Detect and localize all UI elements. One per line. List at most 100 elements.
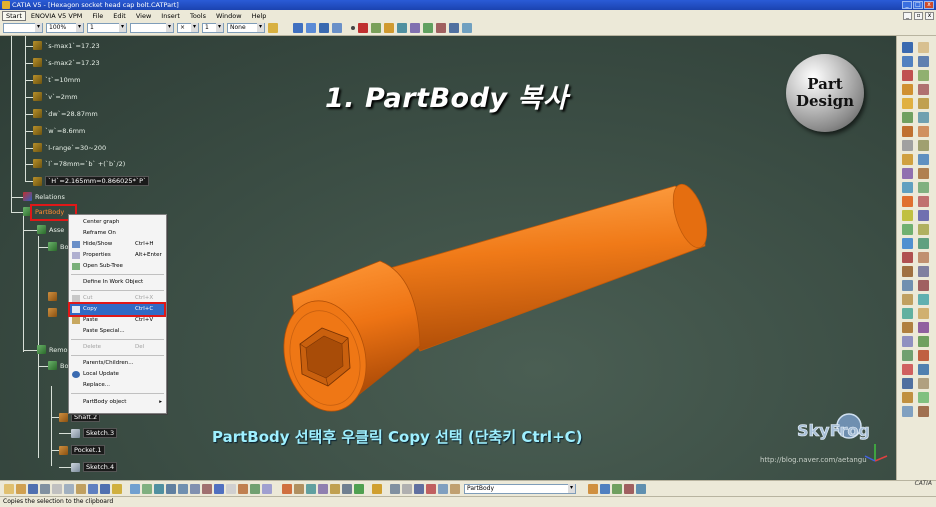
open-icon[interactable] [16,483,26,494]
formula-icon[interactable] [410,23,420,33]
circular-pattern-icon[interactable] [918,252,929,263]
format-painter-icon[interactable] [268,23,278,33]
tree-feature-2[interactable] [48,308,57,317]
tree-param-v[interactable]: `v`=2mm [33,92,78,101]
hide-show-toolbar-icon[interactable] [250,483,260,494]
edge-fillet-icon[interactable] [902,224,913,235]
menu-copy[interactable]: Copy Ctrl+C [69,304,166,315]
mirror-icon[interactable] [902,336,913,347]
rendering-style-select[interactable]: 1 [202,23,224,33]
replace-face-icon[interactable] [918,182,929,193]
power-copy-icon[interactable] [612,483,622,494]
analysis-icon[interactable] [462,23,472,33]
wireframe-icon[interactable] [918,42,929,53]
slot-icon[interactable] [902,168,913,179]
split-icon[interactable] [902,308,913,319]
menu-help[interactable]: Help [247,12,272,20]
curvature-analysis-icon[interactable] [918,364,929,375]
rotate-icon[interactable] [918,210,929,221]
sketch-analysis-icon[interactable] [414,483,424,494]
cut-icon[interactable] [52,483,62,494]
menu-properties[interactable]: Properties Alt+Enter [69,250,166,261]
tree-param-h[interactable]: `H`=2.165mm=0.866025*`P` [33,176,150,186]
tree-param-dw[interactable]: `dw`=28.87mm [33,109,98,118]
tree-relations[interactable]: Relations [23,192,65,201]
sketch-tool-icon[interactable] [902,42,913,53]
tree-param-smax1[interactable]: `s-max1`=17.23 [33,41,100,50]
intersect-icon[interactable] [902,406,913,417]
doc-close-button[interactable]: x [925,11,934,20]
point-symbol-select[interactable]: × [177,23,199,33]
flag-note-icon[interactable] [918,322,929,333]
menu-center-graph[interactable]: Center graph [69,217,166,228]
pan-icon[interactable] [154,483,164,494]
tree-sketch-3[interactable]: Sketch.3 [71,428,118,438]
menu-cut[interactable]: Cut Ctrl+X [69,293,166,304]
zoom-in-icon[interactable] [178,483,188,494]
tree-param-w[interactable]: `w`=8.6mm [33,126,85,135]
menu-tools[interactable]: Tools [185,12,211,20]
sketcher-icon[interactable] [358,23,368,33]
loft-icon[interactable] [902,196,913,207]
menu-local-update[interactable]: Local Update [69,369,166,380]
exit-workbench-icon[interactable] [902,70,913,81]
comment-icon[interactable] [294,483,304,494]
positioned-sketch-icon[interactable] [902,56,913,67]
pad-icon[interactable] [902,84,913,95]
menu-view[interactable]: View [131,12,156,20]
axis-compass-icon[interactable] [860,436,890,466]
face-fillet-icon[interactable] [918,126,929,137]
whats-this-icon[interactable] [112,483,122,494]
doc-restore-button[interactable]: ▫ [914,11,923,20]
tree-feature-1[interactable] [48,292,57,301]
line-icon[interactable] [918,70,929,81]
design-table-icon[interactable] [436,23,446,33]
menu-start[interactable]: Start [2,10,26,21]
thread-icon[interactable] [902,294,913,305]
menu-edit[interactable]: Edit [108,12,131,20]
fit-all-icon[interactable] [142,483,152,494]
apply-material-toolbar-icon[interactable] [588,483,598,494]
text-annotation-icon[interactable] [918,308,929,319]
close-button[interactable]: x [924,1,934,9]
iso-view-icon[interactable] [226,483,236,494]
scaling-icon[interactable] [902,364,913,375]
zoom-out-icon[interactable] [190,483,200,494]
copy-toolbar-icon[interactable] [64,483,74,494]
feature-recognition-icon[interactable] [918,392,929,403]
doc-minimize-button[interactable]: _ [903,11,912,20]
menu-file[interactable]: File [87,12,108,20]
redo-toolbar-icon[interactable] [100,483,110,494]
thickness-icon[interactable] [902,280,913,291]
rib-icon[interactable] [902,154,913,165]
tree-sketch-4[interactable]: Sketch.4 [71,462,118,472]
chamfer-icon[interactable] [902,238,913,249]
measure-icon[interactable] [371,23,381,33]
measure-item-icon[interactable] [390,483,400,494]
groove-icon[interactable] [902,126,913,137]
color-select[interactable] [3,23,43,33]
tree-param-l-range[interactable]: `l-range`=30~200 [33,143,106,152]
formula-toolbar-icon[interactable] [282,483,292,494]
tree-partbody[interactable]: PartBody [23,207,64,216]
point-icon[interactable] [351,26,355,30]
tree-param-smax2[interactable]: `s-max2`=17.23 [33,58,100,67]
fly-icon[interactable] [332,23,342,33]
menu-paste[interactable]: Paste Ctrl+V [69,315,166,326]
body-select[interactable]: PartBody [464,483,576,494]
view-mode-icon[interactable] [238,483,248,494]
translate-icon[interactable] [918,196,929,207]
tree-param-t[interactable]: `t`=10mm [33,75,80,84]
catalog-icon[interactable] [449,23,459,33]
3d-annotation-icon[interactable] [918,336,929,347]
tritangent-fillet-icon[interactable] [918,140,929,151]
line-thickness-select[interactable]: 1 [87,23,127,33]
hex-socket-bolt-model[interactable] [270,176,710,416]
menu-delete[interactable]: Delete Del [69,342,166,353]
variable-fillet-icon[interactable] [918,154,929,165]
menu-define-in-work-object[interactable]: Define In Work Object [69,277,166,288]
3d-viewport[interactable]: `s-max1`=17.23 `s-max2`=17.23 `t`=10mm `… [0,36,896,480]
thick-surface-icon[interactable] [902,322,913,333]
law-icon[interactable] [423,23,433,33]
pocket-tool-icon[interactable] [902,98,913,109]
